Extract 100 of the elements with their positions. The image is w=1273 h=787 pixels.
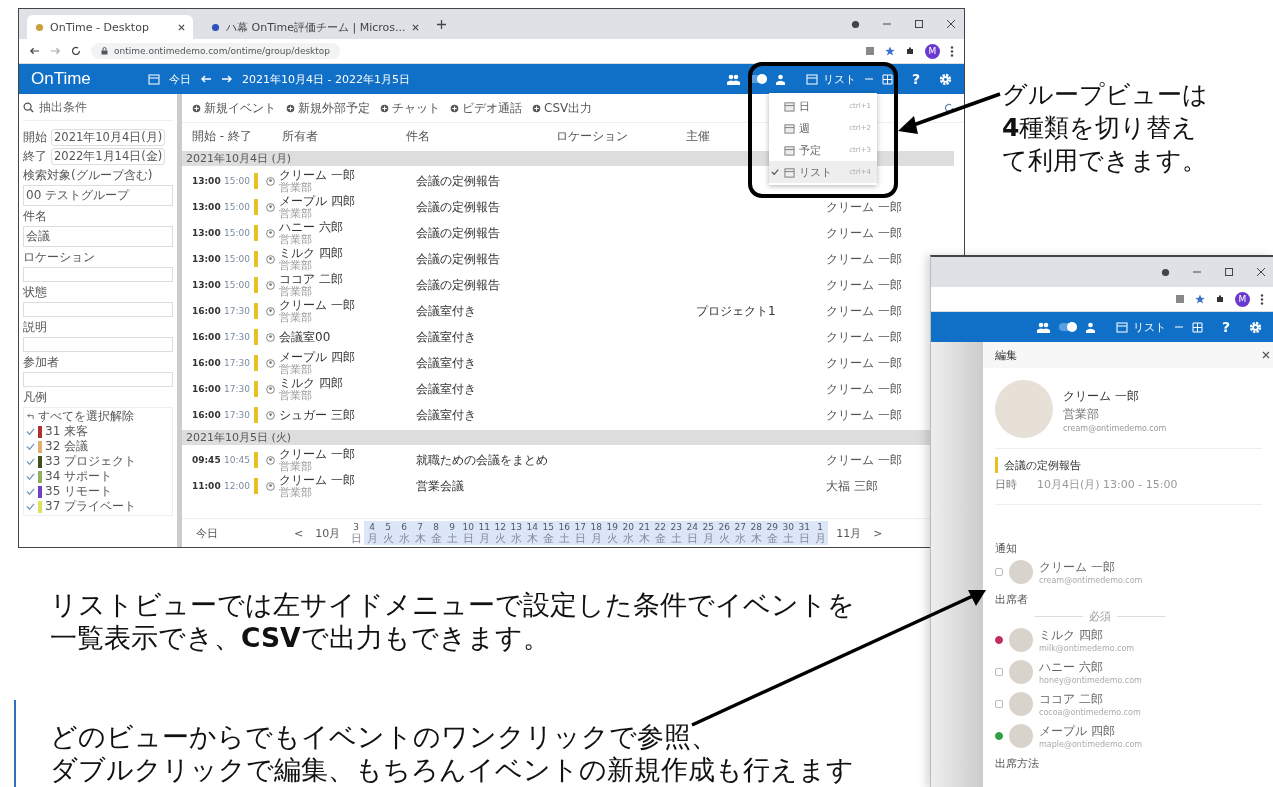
browser-tab[interactable]: ハ幕 OnTime評価チーム | Micros... (203, 15, 427, 39)
toolbar-button[interactable]: ビデオ通話 (450, 99, 522, 117)
day-button[interactable]: 24 日 (684, 521, 701, 545)
chip-field[interactable]: 00 テストグループ (23, 185, 173, 206)
close-icon[interactable] (411, 23, 419, 31)
day-button[interactable]: 1 月 (812, 521, 829, 545)
day-button[interactable]: 18 月 (588, 521, 605, 545)
day-button[interactable]: 14 木 (524, 521, 541, 545)
reload-icon[interactable] (71, 46, 81, 56)
day-button[interactable]: 12 火 (492, 521, 509, 545)
address-bar[interactable]: ontime.ontimedemo.com/ontime/group/desktop (91, 43, 341, 59)
settings-icon[interactable] (939, 72, 952, 86)
people-icon[interactable] (1036, 321, 1050, 333)
browser-tab[interactable]: OnTime - Desktop (27, 15, 193, 39)
menu-icon[interactable] (1260, 293, 1264, 305)
day-button[interactable]: 31 日 (796, 521, 813, 545)
date-field[interactable]: 2022年1月14日(金) (51, 147, 166, 165)
input-field[interactable] (23, 337, 173, 352)
extension-icon[interactable] (1175, 294, 1185, 304)
status-icon (995, 568, 1003, 576)
help-button[interactable]: ? (1221, 319, 1230, 335)
people-icon[interactable] (726, 73, 740, 85)
toolbar-button[interactable]: 新規イベント (192, 99, 276, 117)
view-dropdown[interactable]: リスト (793, 71, 856, 87)
owner-name: ミルク 四郎 (279, 377, 343, 390)
check-icon[interactable] (26, 427, 35, 436)
day-button[interactable]: 17 日 (572, 521, 589, 545)
record-icon[interactable] (1161, 267, 1170, 277)
toolbar-button[interactable]: 新規外部予定 (286, 99, 370, 117)
day-button[interactable]: 29 金 (764, 521, 781, 545)
profile-avatar[interactable]: M (1235, 291, 1250, 307)
check-icon[interactable] (26, 472, 35, 481)
close-icon[interactable] (1262, 351, 1270, 359)
maximize-icon[interactable] (1224, 267, 1234, 277)
maximize-icon[interactable] (914, 19, 924, 29)
extension-icon[interactable] (865, 46, 875, 56)
filter-search[interactable]: 抽出条件 (23, 94, 173, 121)
day-button[interactable]: 13 水 (508, 521, 525, 545)
day-button[interactable]: 23 土 (668, 521, 685, 545)
day-button[interactable]: 26 火 (716, 521, 733, 545)
day-button[interactable]: 9 土 (444, 521, 461, 545)
check-icon[interactable] (26, 442, 35, 451)
day-button[interactable]: 25 月 (700, 521, 717, 545)
day-button[interactable]: 19 火 (604, 521, 621, 545)
toolbar-button[interactable]: CSV出力 (532, 99, 593, 117)
refresh-icon[interactable] (944, 103, 954, 113)
person-icon[interactable] (1085, 321, 1095, 333)
input-field[interactable] (23, 372, 173, 387)
day-button[interactable]: 7 木 (412, 521, 429, 545)
new-tab-icon[interactable] (436, 19, 446, 29)
check-icon[interactable] (26, 457, 35, 466)
today-button[interactable]: 今日 (169, 71, 191, 87)
column-header[interactable]: 開始 - 終了 (192, 127, 282, 145)
column-header[interactable]: 件名 (406, 127, 556, 145)
day-button[interactable]: 5 火 (380, 521, 397, 545)
chip-field[interactable]: 会議 (23, 226, 173, 247)
person-icon[interactable] (775, 73, 785, 85)
profile-avatar[interactable]: M (925, 43, 940, 59)
close-icon[interactable] (1256, 267, 1266, 277)
toolbar-button[interactable]: チャット (380, 99, 440, 117)
day-button[interactable]: 11 月 (476, 521, 493, 545)
check-icon[interactable] (26, 502, 35, 511)
view-dropdown[interactable]: リスト (1103, 319, 1166, 335)
next-button[interactable]: > (869, 526, 887, 540)
day-button[interactable]: 27 水 (732, 521, 749, 545)
day-button[interactable]: 10 日 (460, 521, 477, 545)
star-icon[interactable] (885, 46, 895, 56)
column-header[interactable]: 所有者 (282, 127, 406, 145)
close-icon[interactable] (946, 19, 956, 29)
day-button[interactable]: 15 金 (540, 521, 557, 545)
back-arrow-icon[interactable] (29, 46, 40, 56)
today-button[interactable]: 今日 (192, 525, 222, 541)
day-button[interactable]: 28 木 (748, 521, 765, 545)
settings-icon[interactable] (1249, 320, 1262, 334)
day-button[interactable]: 4 月 (364, 521, 381, 545)
record-icon[interactable] (851, 19, 860, 29)
owner-department: 営業部 (279, 487, 313, 498)
attendee-name: ココア 二郎 (1039, 691, 1104, 708)
help-button[interactable]: ? (911, 71, 920, 87)
check-icon[interactable] (26, 487, 35, 496)
previous-button[interactable]: < (290, 526, 308, 540)
grid-icon[interactable] (881, 73, 893, 85)
day-button[interactable]: 6 水 (396, 521, 413, 545)
column-header[interactable]: ロケーション (556, 127, 686, 145)
star-icon[interactable] (1195, 294, 1205, 304)
day-button[interactable]: 21 木 (636, 521, 653, 545)
toggle-switch[interactable] (1058, 323, 1077, 331)
date-field[interactable]: 2021年10月4日(月) (51, 128, 166, 146)
column-header[interactable]: 主催 (686, 127, 710, 145)
day-button[interactable]: 22 金 (652, 521, 669, 545)
day-button[interactable]: 20 水 (620, 521, 637, 545)
close-icon[interactable] (178, 23, 185, 31)
day-button[interactable]: 8 金 (428, 521, 445, 545)
day-button[interactable]: 30 土 (780, 521, 797, 545)
grid-icon[interactable] (1191, 321, 1203, 333)
menu-icon[interactable] (950, 45, 954, 57)
input-field[interactable] (23, 267, 173, 282)
day-button[interactable]: 16 土 (556, 521, 573, 545)
input-field[interactable] (23, 302, 173, 317)
deselect-all-link[interactable]: すべてを選択解除 (38, 408, 134, 425)
